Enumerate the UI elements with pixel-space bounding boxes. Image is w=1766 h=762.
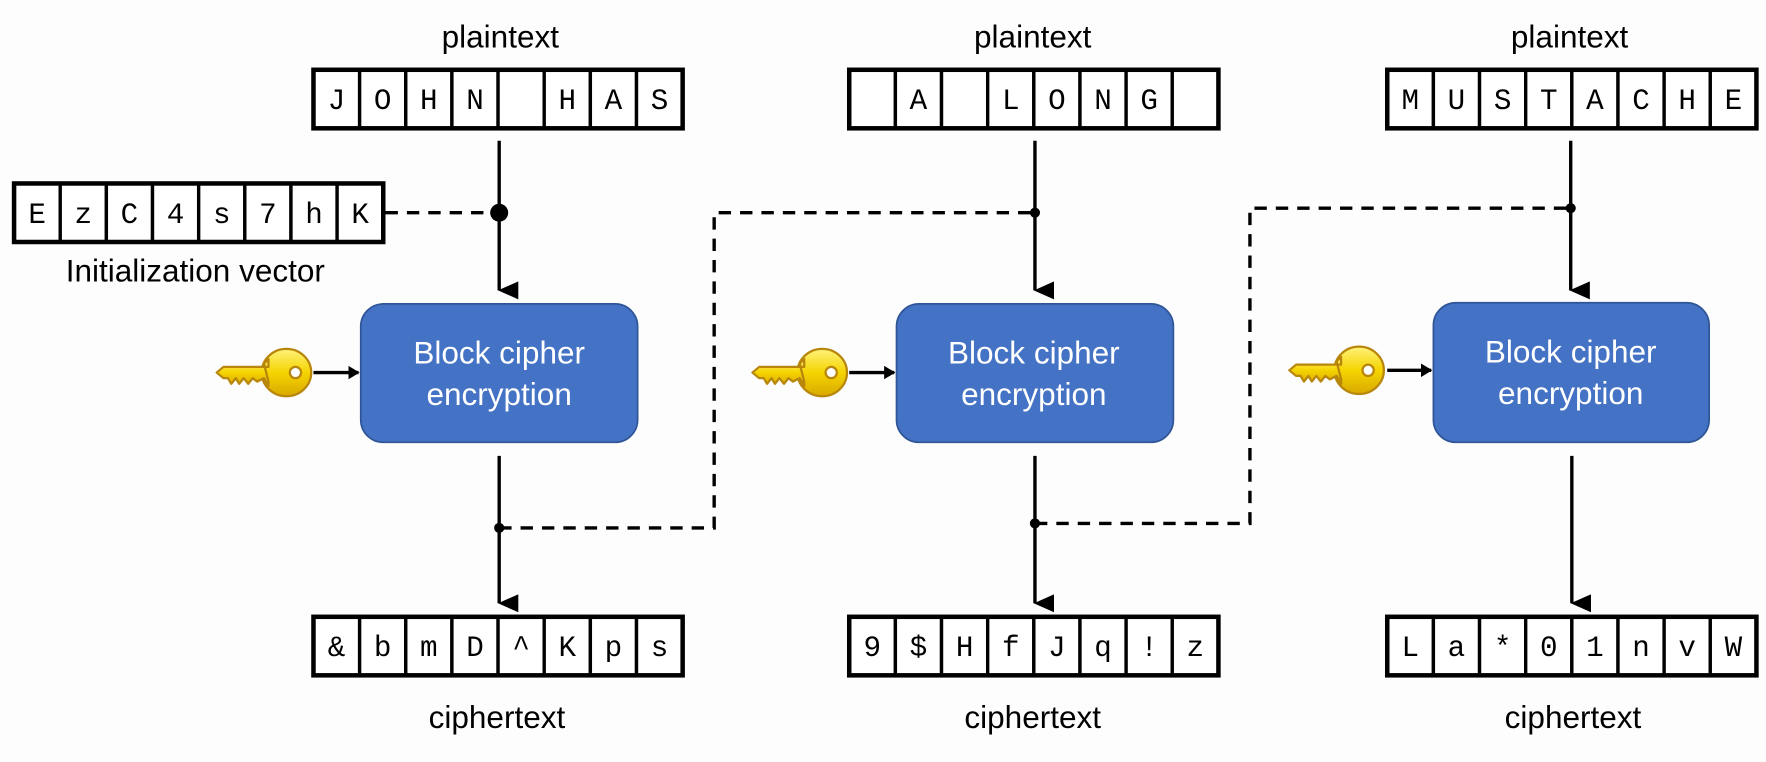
iv-char: 4 [167,199,185,232]
plaintext-label: plaintext [1511,18,1629,54]
plaintext-char: A [910,85,928,118]
plaintext-char: H [420,85,438,118]
key-icon [1288,345,1385,396]
key-icon [751,347,849,398]
plaintext-cell [496,68,546,131]
block-cipher-box [359,303,639,444]
iv-char: E [28,199,46,232]
plaintext-cell [847,68,898,131]
plaintext-char: J [328,85,346,118]
plaintext-char: A [1586,85,1604,118]
ciphertext-char: b [374,632,392,665]
ciphertext-char: $ [910,632,928,665]
ciphertext-char: 1 [1586,632,1604,665]
ciphertext-char: J [1048,632,1066,665]
block-cipher-box [1432,301,1711,444]
key-icon [215,347,313,398]
plaintext-char: C [1632,85,1650,118]
cbc-encryption-diagram: EzC4s7hK Initialization vector plaintext… [11,18,1759,735]
plaintext-char: N [1094,85,1112,118]
ciphertext-char: * [1494,632,1512,665]
stage-2: plaintext A LONG Block cipher encryption… [751,18,1221,735]
plaintext-char: G [1140,85,1158,118]
ciphertext-char: m [420,632,438,665]
ciphertext-char: n [1632,632,1650,665]
plaintext-char: S [651,85,669,118]
ciphertext-label: ciphertext [964,699,1101,735]
ciphertext-char: D [466,632,484,665]
plaintext-char: U [1448,85,1466,118]
iv-cells: EzC4s7hK [11,181,386,245]
ciphertext-label: ciphertext [1505,699,1642,735]
plaintext-char: T [1540,85,1558,118]
block-label-line1: Block cipher [413,335,585,371]
ciphertext-char: f [1002,632,1020,665]
plaintext-char: N [466,85,484,118]
iv-char: C [121,199,139,232]
block-label-line1: Block cipher [1485,333,1657,369]
ciphertext-char: s [651,632,669,665]
iv-char: h [305,199,323,232]
ciphertext-char: p [605,632,623,665]
iv-char: 7 [259,199,277,232]
stage-3: plaintext MUSTACHE Block cipher encrypti… [1288,18,1759,735]
ciphertext-char: a [1448,632,1466,665]
plaintext-char: E [1725,85,1743,118]
plaintext-cells: A LONG [846,67,1221,131]
iv-char: z [75,199,93,232]
plaintext-cells: JOHN HAS [311,67,685,131]
xor-junction-dot [1565,203,1576,214]
plaintext-char: H [559,85,577,118]
iv-char: K [351,199,369,232]
plaintext-cell [1170,68,1221,131]
ciphertext-char: 0 [1540,632,1558,665]
plaintext-char: O [1048,85,1066,118]
block-label-line1: Block cipher [948,335,1120,371]
iv-char: s [213,199,231,232]
ciphertext-char: ! [1140,632,1158,665]
xor-junction-dot [1029,207,1041,218]
ciphertext-char: v [1678,632,1696,665]
plaintext-char: S [1494,85,1512,118]
ciphertext-char: q [1094,632,1112,665]
block-cipher-box [895,303,1175,444]
ciphertext-cells: La * 0 1 n v W [1384,614,1759,678]
block-label-line2: encryption [1498,375,1643,411]
plaintext-cells: MUSTACHE [1384,67,1759,131]
plaintext-cell [939,68,990,131]
xor-junction-dot [490,203,509,222]
ciphertext-char: & [328,632,346,665]
iv-label: Initialization vector [66,252,325,288]
plaintext-char: H [1678,85,1696,118]
ciphertext-char: L [1402,632,1420,665]
ciphertext-char: W [1725,632,1743,665]
plaintext-char: L [1002,85,1020,118]
ciphertext-char: 9 [864,632,882,665]
block-label-line2: encryption [961,376,1106,412]
stage-1: plaintext JOHN HAS Block cipher encrypti… [215,18,685,735]
plaintext-char: O [374,85,392,118]
ciphertext-cells: & b m D ^ Kp s [311,614,685,678]
ciphertext-char: z [1187,632,1205,665]
ciphertext-char: H [956,632,974,665]
plaintext-label: plaintext [442,18,560,54]
ciphertext-char: K [559,632,577,665]
plaintext-char: A [605,85,623,118]
plaintext-label: plaintext [974,18,1092,54]
ciphertext-label: ciphertext [429,699,566,735]
initialization-vector: EzC4s7hK Initialization vector [11,181,386,288]
block-label-line2: encryption [427,376,572,412]
plaintext-char: M [1402,85,1420,118]
ciphertext-cells: 9 $ Hf Jq! z [846,614,1221,678]
ciphertext-char: ^ [512,632,530,665]
